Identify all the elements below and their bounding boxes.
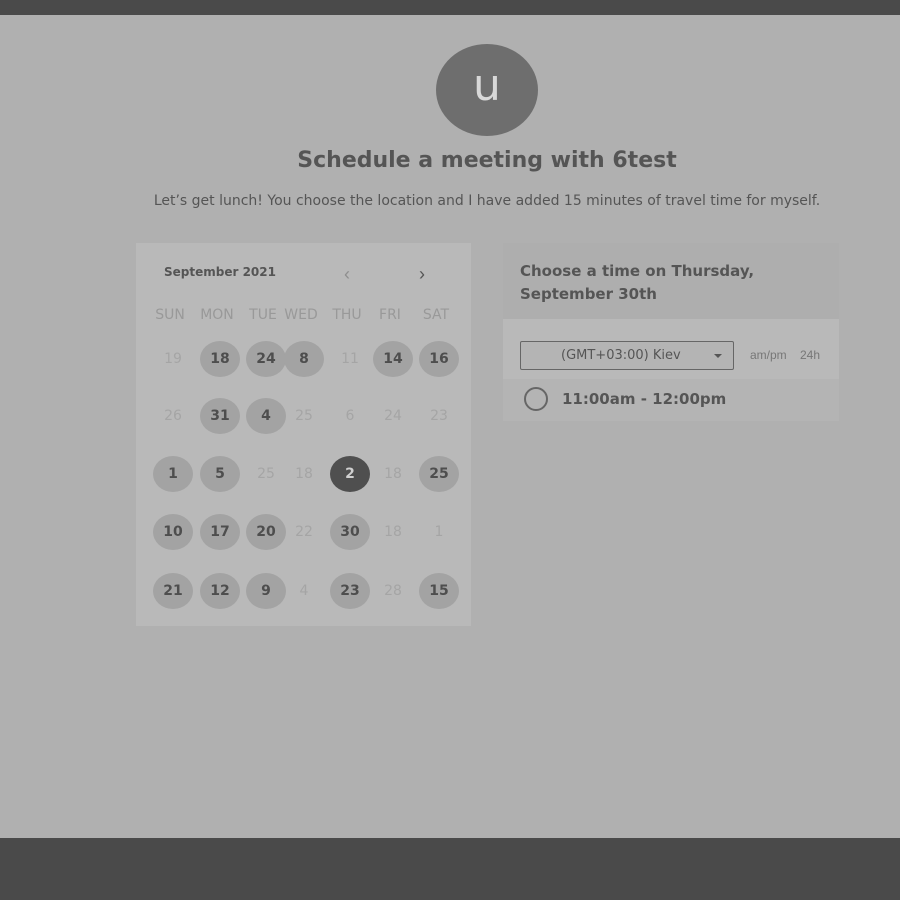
calendar-day: 22 (295, 524, 313, 540)
calendar-day: 6 (345, 408, 355, 424)
calendar-day: 18 (384, 466, 402, 482)
format-24h-toggle[interactable]: 24h (800, 348, 820, 362)
heading-line-2: September 30th (520, 285, 657, 303)
calendar-day-available[interactable]: 1 (153, 456, 193, 492)
selected-date-heading: Choose a time on Thursday, September 30t… (520, 260, 820, 306)
time-picker-header: Choose a time on Thursday, September 30t… (503, 243, 839, 319)
calendar-day-available[interactable]: 31 (200, 398, 240, 434)
calendar-day: 18 (384, 524, 402, 540)
calendar-day-available[interactable]: 18 (200, 341, 240, 377)
month-label: September 2021 (164, 265, 276, 279)
calendar-day-available[interactable]: 23 (330, 573, 370, 609)
calendar-day: 26 (164, 408, 182, 424)
calendar-day-available[interactable]: 14 (373, 341, 413, 377)
calendar-day: 1 (434, 524, 444, 540)
calendar-day: 4 (299, 583, 309, 599)
calendar-day-selected[interactable]: 2 (330, 456, 370, 492)
calendar-day-available[interactable]: 25 (419, 456, 459, 492)
calendar-day-available[interactable]: 8 (284, 341, 324, 377)
time-picker-card: Choose a time on Thursday, September 30t… (503, 243, 839, 421)
calendar-day-available[interactable]: 4 (246, 398, 286, 434)
weekday-label: THU (332, 307, 362, 323)
calendar-day-available[interactable]: 20 (246, 514, 286, 550)
format-ampm-toggle[interactable]: am/pm (750, 348, 787, 362)
timezone-select[interactable]: (GMT+03:00) Kiev (520, 341, 734, 370)
calendar-day-available[interactable]: 5 (200, 456, 240, 492)
chevron-right-icon[interactable]: › (419, 264, 425, 285)
scheduling-page: u Schedule a meeting with 6test Let’s ge… (0, 15, 900, 838)
calendar-day-available[interactable]: 15 (419, 573, 459, 609)
calendar-day: 24 (384, 408, 402, 424)
heading-line-1: Choose a time on Thursday, (520, 262, 755, 280)
calendar-day: 23 (430, 408, 448, 424)
weekday-label: WED (284, 307, 318, 323)
calendar-day-available[interactable]: 16 (419, 341, 459, 377)
calendar-day-available[interactable]: 17 (200, 514, 240, 550)
calendar-day-available[interactable]: 24 (246, 341, 286, 377)
bottom-bar (0, 838, 900, 900)
weekday-label: SUN (155, 307, 185, 323)
time-slot[interactable]: 11:00am - 12:00pm (503, 379, 839, 421)
page-title: Schedule a meeting with 6test (297, 148, 677, 173)
weekday-label: FRI (379, 307, 401, 323)
calendar-day-available[interactable]: 30 (330, 514, 370, 550)
calendar-day-available[interactable]: 9 (246, 573, 286, 609)
timezone-value: (GMT+03:00) Kiev (561, 348, 681, 363)
calendar-day-available[interactable]: 12 (200, 573, 240, 609)
calendar-day: 25 (257, 466, 275, 482)
calendar-day: 18 (295, 466, 313, 482)
weekday-label: SAT (422, 307, 450, 323)
calendar-day: 25 (295, 408, 313, 424)
calendar-card: September 2021 ‹ › SUN MON TUE WED THU FRI SAT… (136, 243, 471, 626)
calendar-day: 28 (384, 583, 402, 599)
radio-circle-icon[interactable] (524, 387, 548, 411)
calendar-day-available[interactable]: 10 (153, 514, 193, 550)
time-slot-label: 11:00am - 12:00pm (562, 390, 727, 408)
meeting-description: Let’s get lunch! You choose the location… (153, 193, 821, 209)
avatar: u (436, 44, 538, 136)
chevron-left-icon[interactable]: ‹ (344, 264, 350, 285)
top-bar (0, 0, 900, 15)
weekday-label: MON (200, 307, 234, 323)
caret-down-icon (714, 354, 722, 358)
calendar-day: 11 (341, 351, 359, 367)
calendar-day-available[interactable]: 21 (153, 573, 193, 609)
calendar-day: 19 (164, 351, 182, 367)
